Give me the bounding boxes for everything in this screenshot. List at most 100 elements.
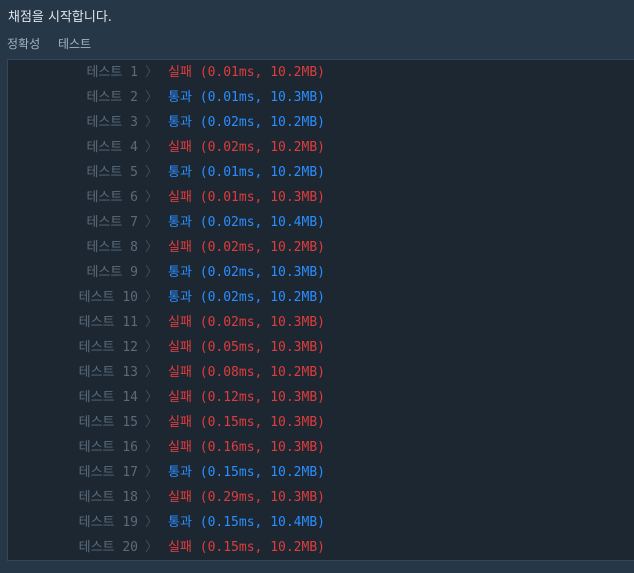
- result-fail: 실패 (0.15ms, 10.2MB): [168, 535, 325, 560]
- result-fail: 실패 (0.01ms, 10.2MB): [168, 60, 325, 85]
- test-label: 테스트 20: [78, 540, 138, 555]
- result-status: 실패: [168, 540, 192, 555]
- result-fail: 실패 (0.29ms, 10.3MB): [168, 485, 325, 510]
- result-fail: 실패 (0.16ms, 10.3MB): [168, 435, 325, 460]
- result-fail: 실패 (0.02ms, 10.2MB): [168, 135, 325, 160]
- chevron-right-icon: 〉: [145, 315, 159, 330]
- test-label: 테스트 1: [86, 65, 138, 80]
- test-label: 테스트 8: [86, 240, 138, 255]
- result-fail: 실패 (0.01ms, 10.3MB): [168, 185, 325, 210]
- result-fail: 실패 (0.05ms, 10.3MB): [168, 335, 325, 360]
- result-detail: (0.29ms, 10.3MB): [191, 490, 325, 505]
- test-label: 테스트 3: [86, 115, 138, 130]
- result-status: 통과: [168, 265, 192, 280]
- test-label: 테스트 13: [78, 365, 138, 380]
- result-detail: (0.02ms, 10.4MB): [191, 215, 325, 230]
- result-detail: (0.15ms, 10.3MB): [191, 415, 325, 430]
- result-detail: (0.02ms, 10.2MB): [191, 290, 325, 305]
- result-status: 통과: [168, 90, 192, 105]
- result-status: 실패: [168, 65, 192, 80]
- result-detail: (0.01ms, 10.2MB): [191, 165, 325, 180]
- result-status: 통과: [168, 465, 192, 480]
- chevron-right-icon: 〉: [145, 215, 159, 230]
- result-detail: (0.08ms, 10.2MB): [191, 365, 325, 380]
- result-detail: (0.01ms, 10.2MB): [191, 65, 325, 80]
- result-detail: (0.12ms, 10.3MB): [191, 390, 325, 405]
- result-status: 실패: [168, 140, 192, 155]
- test-label: 테스트 2: [86, 90, 138, 105]
- chevron-right-icon: 〉: [145, 390, 159, 405]
- chevron-right-icon: 〉: [145, 265, 159, 280]
- result-status: 통과: [168, 115, 192, 130]
- chevron-right-icon: 〉: [145, 290, 159, 305]
- result-pass: 통과 (0.02ms, 10.2MB): [168, 110, 325, 135]
- chevron-right-icon: 〉: [145, 365, 159, 380]
- test-label: 테스트 5: [86, 165, 138, 180]
- result-pass: 통과 (0.01ms, 10.2MB): [168, 160, 325, 185]
- test-label: 테스트 10: [78, 290, 138, 305]
- result-status: 실패: [168, 390, 192, 405]
- chevron-right-icon: 〉: [145, 240, 159, 255]
- test-label: 테스트 14: [78, 390, 138, 405]
- result-status: 실패: [168, 415, 192, 430]
- result-detail: (0.01ms, 10.3MB): [191, 190, 325, 205]
- result-status: 실패: [168, 440, 192, 455]
- result-status: 통과: [168, 165, 192, 180]
- result-status: 통과: [168, 215, 192, 230]
- chevron-right-icon: 〉: [145, 115, 159, 130]
- result-fail: 실패 (0.15ms, 10.3MB): [168, 410, 325, 435]
- test-label: 테스트 9: [86, 265, 138, 280]
- result-fail: 실패 (0.02ms, 10.2MB): [168, 235, 325, 260]
- chevron-right-icon: 〉: [145, 465, 159, 480]
- result-status: 실패: [168, 490, 192, 505]
- chevron-right-icon: 〉: [145, 340, 159, 355]
- chevron-right-icon: 〉: [145, 165, 159, 180]
- chevron-right-icon: 〉: [145, 490, 159, 505]
- test-label: 테스트 19: [78, 515, 138, 530]
- result-fail: 실패 (0.12ms, 10.3MB): [168, 385, 325, 410]
- test-label: 테스트 18: [78, 490, 138, 505]
- test-results-panel: 테스트 1 〉 실패 (0.01ms, 10.2MB) 테스트 2 〉 통과 (0.01m…: [7, 59, 634, 561]
- result-pass: 통과 (0.15ms, 10.2MB): [168, 460, 325, 485]
- test-section-heading: 정확성 테스트: [7, 35, 105, 53]
- chevron-right-icon: 〉: [145, 440, 159, 455]
- chevron-right-icon: 〉: [145, 140, 159, 155]
- chevron-right-icon: 〉: [145, 540, 159, 555]
- result-detail: (0.02ms, 10.3MB): [191, 265, 325, 280]
- test-label: 테스트 7: [86, 215, 138, 230]
- result-status: 통과: [168, 515, 192, 530]
- result-status: 실패: [168, 190, 192, 205]
- result-detail: (0.02ms, 10.2MB): [191, 115, 325, 130]
- test-label: 테스트 17: [78, 465, 138, 480]
- test-label: 테스트 11: [78, 315, 138, 330]
- result-status: 통과: [168, 290, 192, 305]
- result-detail: (0.15ms, 10.2MB): [191, 465, 325, 480]
- result-detail: (0.02ms, 10.3MB): [191, 315, 325, 330]
- result-fail: 실패 (0.08ms, 10.2MB): [168, 360, 325, 385]
- result-detail: (0.05ms, 10.3MB): [191, 340, 325, 355]
- test-label: 테스트 15: [78, 415, 138, 430]
- accuracy-label: 정확성: [7, 37, 41, 51]
- result-status: 실패: [168, 315, 192, 330]
- result-pass: 통과 (0.02ms, 10.3MB): [168, 260, 325, 285]
- result-detail: (0.02ms, 10.2MB): [191, 240, 325, 255]
- test-label: 테스트 4: [86, 140, 138, 155]
- result-detail: (0.15ms, 10.2MB): [191, 540, 325, 555]
- test-label: 테스트: [57, 37, 92, 51]
- result-detail: (0.16ms, 10.3MB): [191, 440, 325, 455]
- result-status: 실패: [168, 340, 192, 355]
- test-label: 테스트 12: [78, 340, 138, 355]
- grading-status-text: 채점을 시작합니다.: [8, 10, 112, 25]
- test-label: 테스트 6: [86, 190, 138, 205]
- result-status: 실패: [168, 240, 192, 255]
- result-status: 실패: [168, 365, 192, 380]
- chevron-right-icon: 〉: [145, 190, 159, 205]
- chevron-right-icon: 〉: [145, 415, 159, 430]
- test-label: 테스트 16: [78, 440, 138, 455]
- chevron-right-icon: 〉: [145, 90, 159, 105]
- result-fail: 실패 (0.02ms, 10.3MB): [168, 310, 325, 335]
- result-detail: (0.02ms, 10.2MB): [191, 140, 325, 155]
- result-pass: 통과 (0.02ms, 10.4MB): [168, 210, 325, 235]
- chevron-right-icon: 〉: [145, 515, 159, 530]
- result-detail: (0.15ms, 10.4MB): [191, 515, 325, 530]
